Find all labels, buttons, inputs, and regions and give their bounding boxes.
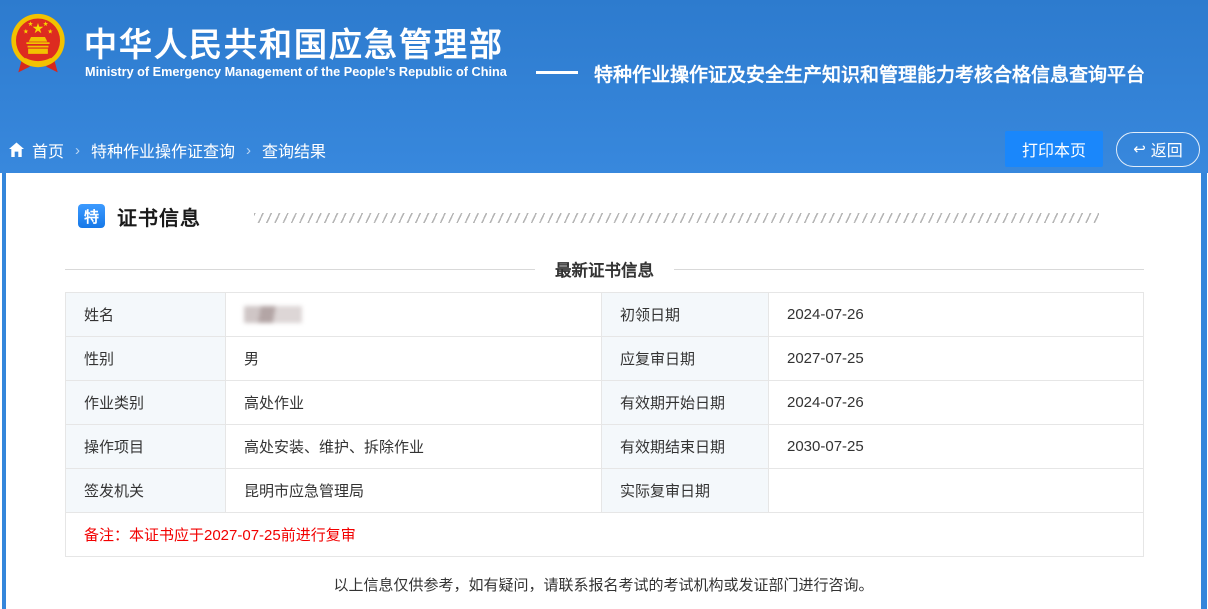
field-label-initial-issue-date: 初领日期 (602, 293, 769, 337)
svg-text:★: ★ (23, 29, 29, 36)
field-label-gender: 性别 (66, 337, 226, 381)
field-value-validity-start-date: 2024-07-26 (769, 381, 1144, 425)
breadcrumb-separator: › (75, 142, 80, 159)
field-value-initial-issue-date: 2024-07-26 (769, 293, 1144, 337)
right-scrollbar-strip[interactable] (1201, 173, 1207, 609)
table-row: 作业类别 高处作业 有效期开始日期 2024-07-26 (66, 381, 1144, 425)
breadcrumb-separator: › (246, 142, 251, 159)
field-label-review-due-date: 应复审日期 (602, 337, 769, 381)
field-value-operation-items: 高处安装、维护、拆除作业 (226, 425, 602, 469)
field-value-actual-review-date (769, 469, 1144, 513)
china-national-emblem-icon: ★ ★ ★ ★ ★ (9, 11, 67, 82)
content-panel: 特 证书信息 最新证书信息 姓名 初领日期 2024-07-26 性别 男 应复… (6, 173, 1201, 609)
field-value-validity-end-date: 2030-07-25 (769, 425, 1144, 469)
field-value-gender: 男 (226, 337, 602, 381)
field-label-issuing-authority: 签发机关 (66, 469, 226, 513)
site-header: ★ ★ ★ ★ ★ 中华人民共和国应急管理部 Ministry of Emerg… (0, 0, 1208, 173)
caption-line-right (674, 269, 1144, 270)
table-row: 操作项目 高处安装、维护、拆除作业 有效期结束日期 2030-07-25 (66, 425, 1144, 469)
field-label-actual-review-date: 实际复审日期 (602, 469, 769, 513)
field-value-operation-category: 高处作业 (226, 381, 602, 425)
slash-decoration (254, 213, 1099, 223)
org-title: 中华人民共和国应急管理部 (84, 18, 504, 66)
field-label-operation-category: 作业类别 (66, 381, 226, 425)
table-caption-row: 最新证书信息 (65, 257, 1144, 281)
breadcrumb: 首页 › 特种作业操作证查询 › 查询结果 (8, 131, 326, 169)
platform-title: 特种作业操作证及安全生产知识和管理能力考核合格信息查询平台 (594, 60, 1145, 87)
breadcrumb-certificate-query[interactable]: 特种作业操作证查询 (91, 138, 235, 162)
field-value-name (226, 293, 602, 337)
field-label-operation-items: 操作项目 (66, 425, 226, 469)
table-row: 签发机关 昆明市应急管理局 实际复审日期 (66, 469, 1144, 513)
field-label-validity-start-date: 有效期开始日期 (602, 381, 769, 425)
table-caption: 最新证书信息 (555, 257, 654, 281)
redacted-name-block (244, 306, 302, 323)
svg-text:★: ★ (47, 29, 53, 36)
caption-line-left (65, 269, 535, 270)
certificate-table: 姓名 初领日期 2024-07-26 性别 男 应复审日期 2027-07-25… (65, 292, 1144, 557)
breadcrumb-query-result: 查询结果 (262, 138, 326, 162)
disclaimer-text: 以上信息仅供参考，如有疑问，请联系报名考试的考试机构或发证部门进行咨询。 (6, 574, 1201, 595)
svg-text:★: ★ (28, 21, 34, 28)
return-arrow-icon: ↩ (1133, 142, 1146, 157)
note-row: 备注：本证书应于2027-07-25前进行复审 (66, 513, 1144, 557)
header-dash-divider (536, 71, 578, 74)
toolbar: 打印本页 ↩ 返回 (1005, 131, 1200, 167)
special-badge: 特 (78, 204, 105, 228)
back-button-label: 返回 (1151, 137, 1183, 161)
section-title: 证书信息 (117, 202, 201, 231)
table-row: 性别 男 应复审日期 2027-07-25 (66, 337, 1144, 381)
field-label-validity-end-date: 有效期结束日期 (602, 425, 769, 469)
field-value-issuing-authority: 昆明市应急管理局 (226, 469, 602, 513)
field-value-review-due-date: 2027-07-25 (769, 337, 1144, 381)
org-subtitle: Ministry of Emergency Management of the … (85, 65, 507, 79)
print-page-button[interactable]: 打印本页 (1005, 131, 1103, 167)
note-text: 备注：本证书应于2027-07-25前进行复审 (66, 513, 1144, 557)
svg-text:★: ★ (43, 21, 49, 28)
field-label-name: 姓名 (66, 293, 226, 337)
back-button[interactable]: ↩ 返回 (1116, 132, 1200, 167)
breadcrumb-home[interactable]: 首页 (32, 138, 64, 162)
home-icon (8, 142, 25, 158)
table-row: 姓名 初领日期 2024-07-26 (66, 293, 1144, 337)
